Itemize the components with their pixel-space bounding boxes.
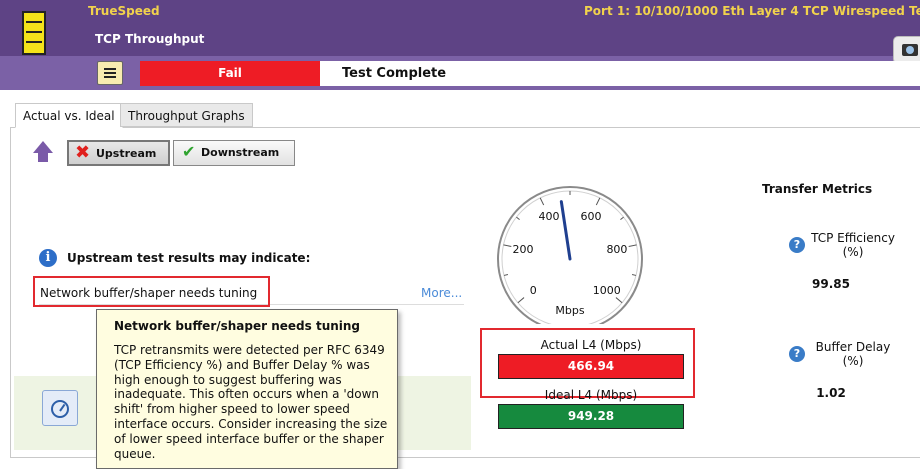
tcp-efficiency-label: TCP Efficiency (%) (811, 231, 895, 259)
buffer-delay-label: Buffer Delay (%) (815, 340, 891, 368)
log-line (104, 76, 116, 78)
speedometer-button[interactable] (42, 390, 78, 426)
downstream-label: Downstream (201, 146, 280, 159)
tab-throughput-graphs[interactable]: Throughput Graphs (120, 103, 253, 127)
diagnosis-heading: Upstream test results may indicate: (67, 251, 311, 265)
log-line (104, 68, 116, 70)
direction-up-icon-stem (38, 152, 48, 162)
tcp-efficiency-value: 99.85 (812, 277, 850, 291)
x-icon: ✖ (75, 142, 91, 163)
result-badge: Fail (140, 61, 320, 86)
help-icon[interactable]: ? (789, 346, 805, 362)
help-icon[interactable]: ? (789, 237, 805, 253)
app-title: TrueSpeed (88, 4, 160, 18)
tab-actual-vs-ideal[interactable]: Actual vs. Ideal (15, 103, 123, 128)
upstream-button[interactable]: ✖ Upstream (67, 140, 170, 166)
tooltip-body: TCP retransmits were detected per RFC 63… (114, 343, 388, 461)
finding-tooltip: Network buffer/shaper needs tuning TCP r… (96, 309, 398, 469)
menu-line (26, 31, 42, 33)
screenshot-button[interactable] (893, 36, 920, 64)
gauge-tick-label: 0 (530, 284, 537, 297)
ideal-value: 949.28 (498, 404, 684, 429)
info-icon: i (39, 249, 57, 267)
gauge-tick-label: 600 (581, 210, 602, 223)
port-info: Port 1: 10/100/1000 Eth Layer 4 TCP Wire… (584, 4, 920, 18)
check-icon: ✔ (182, 142, 196, 161)
app-subtitle: TCP Throughput (95, 32, 205, 46)
menu-line (26, 21, 42, 23)
log-line (104, 72, 116, 74)
gauge-tick-label: 1000 (593, 284, 621, 297)
camera-icon (902, 44, 918, 56)
actual-value: 466.94 (498, 354, 684, 379)
transfer-metrics-title: Transfer Metrics (762, 182, 873, 196)
ideal-label: Ideal L4 (Mbps) (544, 388, 638, 402)
app-menu-icon[interactable] (22, 11, 46, 55)
gauge-tick-label: 400 (538, 210, 559, 223)
gauge-tick-label: 200 (513, 243, 534, 256)
more-link[interactable]: More... (421, 286, 462, 300)
downstream-button[interactable]: ✔ Downstream (173, 140, 295, 166)
throughput-gauge: 0 200 400 600 800 1000 Mbps (497, 186, 643, 324)
log-button[interactable] (97, 61, 123, 85)
actual-label: Actual L4 (Mbps) (540, 338, 642, 352)
menu-line (26, 41, 42, 43)
gauge-tick-label: 800 (606, 243, 627, 256)
buffer-delay-value: 1.02 (816, 386, 846, 400)
status-message: Test Complete (320, 61, 920, 86)
upstream-label: Upstream (96, 147, 157, 160)
tooltip-title: Network buffer/shaper needs tuning (114, 319, 361, 333)
gauge-unit: Mbps (555, 304, 584, 317)
finding-highlight-box (33, 276, 270, 307)
